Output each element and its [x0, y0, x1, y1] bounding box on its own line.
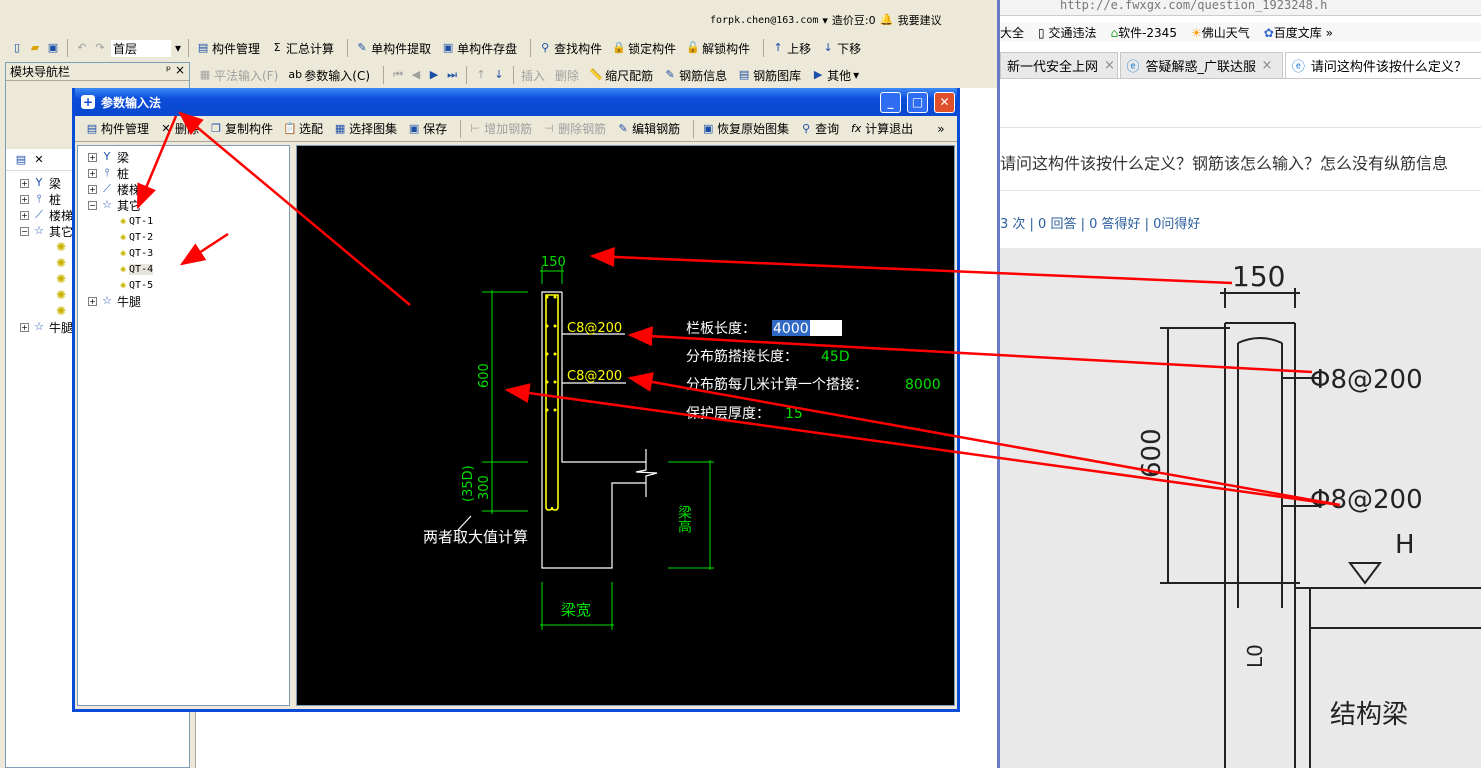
arrow-other [136, 115, 178, 210]
arrow-qt4 [179, 232, 229, 266]
annotation-arrows [136, 111, 1341, 507]
arrow-width [589, 246, 1233, 285]
arrow-rebar-1 [627, 326, 1313, 374]
arrow-height [504, 383, 1341, 507]
arrow-title [178, 111, 411, 306]
arrow-rebar-2 [627, 372, 1341, 507]
